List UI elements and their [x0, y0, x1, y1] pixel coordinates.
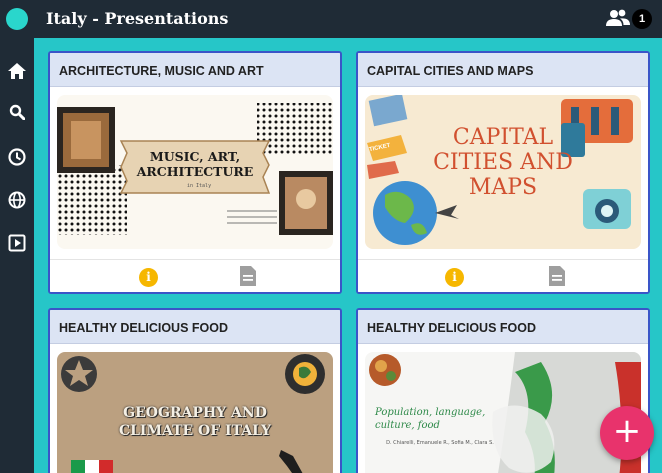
participant-count-badge: 1: [632, 9, 652, 29]
slide-title-line: GEOGRAPHY AND: [123, 405, 267, 421]
slide-title-line: CLIMATE OF ITALY: [118, 423, 272, 439]
presentation-card[interactable]: HEALTHY DELICIOUS FOOD GEOGRAPHY AND CLI…: [48, 308, 342, 473]
home-icon: [8, 63, 26, 79]
slide-title: CAPITAL CITIES AND MAPS: [415, 125, 591, 200]
app-logo[interactable]: [6, 8, 28, 30]
slide-title: MUSIC, ART, ARCHITECTURE: [136, 149, 254, 179]
document-icon[interactable]: [549, 266, 565, 286]
card-actions: i: [358, 259, 648, 292]
slide-thumbnail[interactable]: MUSIC, ART, ARCHITECTURE in Italy: [57, 95, 333, 249]
info-icon[interactable]: i: [445, 268, 464, 287]
globe-icon: [8, 191, 26, 209]
sidebar: [0, 38, 34, 473]
add-presentation-button[interactable]: +: [600, 406, 654, 460]
slide-title-line: MAPS: [468, 175, 538, 200]
card-actions: i: [50, 259, 340, 292]
card-title: CAPITAL CITIES AND MAPS: [358, 53, 648, 87]
slide-thumbnail[interactable]: CAPITAL CITIES AND MAPS TICKET: [365, 95, 641, 249]
slide-thumbnail[interactable]: GEOGRAPHY AND CLIMATE OF ITALY: [57, 352, 333, 473]
card-title: HEALTHY DELICIOUS FOOD: [50, 310, 340, 344]
presentation-card[interactable]: CAPITAL CITIES AND MAPS CAPITAL CITIES A…: [356, 51, 650, 294]
slide-title-line: CITIES AND: [433, 150, 573, 175]
presentation-card[interactable]: ARCHITECTURE, MUSIC AND ART MUSIC, ART, …: [48, 51, 342, 294]
info-icon[interactable]: i: [139, 268, 158, 287]
play-icon: [8, 234, 26, 252]
slide-credits: D. Chiarelli, Emanuele R., Sofia M., Cla…: [386, 440, 494, 446]
search-icon: [9, 104, 25, 120]
sidebar-item-present[interactable]: [6, 232, 28, 254]
slide-title-line: Population, language,: [375, 407, 486, 418]
sidebar-item-home[interactable]: [6, 60, 28, 82]
slide-thumbnail[interactable]: Population, language, culture, food D. C…: [365, 352, 641, 473]
slide-subtitle: in Italy: [187, 183, 212, 189]
sidebar-item-explore[interactable]: [6, 189, 28, 211]
card-title: ARCHITECTURE, MUSIC AND ART: [50, 53, 340, 87]
sidebar-item-recent[interactable]: [6, 146, 28, 168]
slide-title-line: CAPITAL: [452, 125, 554, 150]
card-title: HEALTHY DELICIOUS FOOD: [358, 310, 648, 344]
page-title: Italy - Presentations: [46, 9, 229, 28]
slide-title: Population, language, culture, food: [375, 406, 505, 432]
slide-title: GEOGRAPHY AND CLIMATE OF ITALY: [87, 404, 303, 440]
people-icon[interactable]: [606, 8, 630, 28]
sidebar-item-search[interactable]: [6, 101, 28, 123]
document-icon[interactable]: [240, 266, 256, 286]
top-bar: Italy - Presentations 1: [0, 0, 662, 38]
clock-icon: [8, 148, 26, 166]
slide-title-line: culture, food: [375, 420, 440, 431]
